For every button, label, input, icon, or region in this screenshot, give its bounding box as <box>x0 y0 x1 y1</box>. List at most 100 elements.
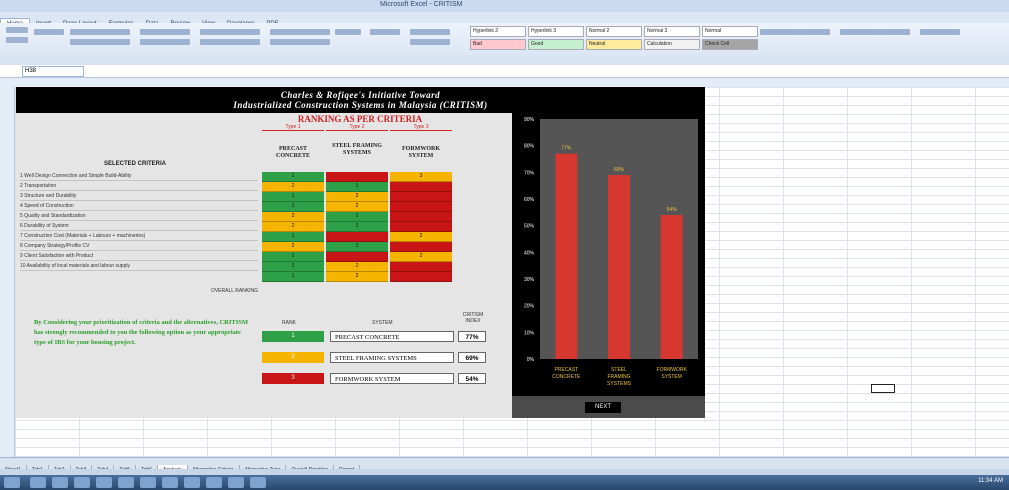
header-line2: Industrialized Construction Systems in M… <box>233 100 488 110</box>
recommendation-text: By Considering your prioritization of cr… <box>34 319 249 346</box>
criterion-row: 5 Quality and Standardization <box>20 212 258 221</box>
cell-style-8[interactable]: Neutral <box>586 39 642 50</box>
taskbar-app-icon[interactable] <box>118 477 134 488</box>
ribbon-button[interactable] <box>840 29 880 35</box>
recommended-system: FORMWORK SYSTEM <box>330 373 454 384</box>
ranking-cell <box>390 192 452 202</box>
ribbon-button[interactable] <box>200 29 260 35</box>
ranking-cell: 2 <box>262 222 324 232</box>
taskbar-app-icon[interactable] <box>4 477 20 488</box>
ribbon-button[interactable] <box>200 39 260 45</box>
y-tick-label: 50% <box>524 224 535 230</box>
row-headers <box>0 87 15 457</box>
ribbon-button[interactable] <box>70 39 130 45</box>
window-title: Microsoft Excel - CRITISM <box>380 1 463 8</box>
type-label-2: Type 2 <box>326 124 388 131</box>
ranking-cell <box>390 242 452 252</box>
cell-style-6[interactable]: Bad <box>470 39 526 50</box>
ribbon-button[interactable] <box>270 39 330 45</box>
ranking-cell <box>326 232 388 242</box>
cell-style-4[interactable]: Normal 3 <box>644 26 700 37</box>
rank-badge: 3 <box>262 373 324 384</box>
ribbon-button[interactable] <box>6 37 28 43</box>
y-tick-label: 60% <box>524 197 535 203</box>
y-tick-label: 80% <box>524 144 535 150</box>
header-line1: Charles & Rofiqee's Initiative Toward <box>280 90 441 100</box>
ribbon-button[interactable] <box>760 29 800 35</box>
taskbar-app-icon[interactable] <box>250 477 266 488</box>
ranking-cell: 1 <box>262 272 324 282</box>
ribbon-button[interactable] <box>70 29 130 35</box>
taskbar-app-icon[interactable] <box>206 477 222 488</box>
ribbon-button[interactable] <box>880 29 910 35</box>
ranking-cell <box>390 182 452 192</box>
ranking-cell: 1 <box>262 172 324 182</box>
taskbar-app-icon[interactable] <box>184 477 200 488</box>
ribbon-button[interactable] <box>6 27 28 33</box>
taskbar-app-icon[interactable] <box>228 477 244 488</box>
type-label-3: Type 3 <box>390 124 452 131</box>
ribbon-button[interactable] <box>920 29 960 35</box>
cell-style-1[interactable]: Hyperlink 2 <box>470 26 526 37</box>
cell-style-10[interactable]: Check Cell <box>702 39 758 50</box>
ranking-cell <box>326 252 388 262</box>
name-box[interactable]: H38 <box>22 66 84 77</box>
bar-chart: 0% 10% 20% 30% 40% 50% 60% 70% 80% 90% 77% PRECAST C… <box>512 113 705 396</box>
cell-style-9[interactable]: Calculation <box>644 39 700 50</box>
ribbon-button[interactable] <box>270 29 330 35</box>
y-tick-label: 10% <box>524 330 535 336</box>
taskbar-app-icon[interactable] <box>74 477 90 488</box>
ribbon-button[interactable] <box>140 29 190 35</box>
critism-index: 77% <box>458 331 486 342</box>
y-tick-label: 70% <box>524 170 535 176</box>
cell-style-2[interactable]: Hyperlink 3 <box>528 26 584 37</box>
ranking-cell: 1 <box>326 242 388 252</box>
ribbon-button[interactable] <box>34 29 64 35</box>
taskbar-app-icon[interactable] <box>96 477 112 488</box>
criterion-row: 4 Speed of Construction <box>20 202 258 211</box>
taskbar-app-icon[interactable] <box>30 477 46 488</box>
critism-index: 54% <box>458 373 486 384</box>
cell-style-7[interactable]: Good <box>528 39 584 50</box>
ranking-cell: 1 <box>262 262 324 272</box>
ranking-cell: 1 <box>262 252 324 262</box>
ranking-cell: 1 <box>326 212 388 222</box>
selected-cell[interactable] <box>871 384 895 393</box>
selected-criteria-label: SELECTED CRITERIA <box>103 161 166 167</box>
ranking-cell: 2 <box>262 212 324 222</box>
index-header: CRITISM INDEX <box>462 312 484 324</box>
ranking-title: RANKING AS PER CRITERIA <box>297 114 423 124</box>
recommended-system: STEEL FRAMING SYSTEMS <box>330 352 454 363</box>
ribbon-button[interactable] <box>410 29 450 35</box>
ribbon-button[interactable] <box>410 39 450 45</box>
overall-ranking-label: OVERALL RANKING <box>210 288 258 294</box>
cell-style-3[interactable]: Normal 2 <box>586 26 642 37</box>
bar <box>660 215 683 359</box>
data-label: 77% <box>561 146 572 152</box>
rank-badge: 1 <box>262 331 324 342</box>
taskbar-app-icon[interactable] <box>162 477 178 488</box>
cell-style-5[interactable]: Normal <box>702 26 758 37</box>
ribbon-button[interactable] <box>800 29 830 35</box>
system-header-steel: STEEL FRAMING SYSTEMS <box>332 143 382 156</box>
ranking-cell: 2 <box>326 202 388 212</box>
criterion-row: 7 Construction Cost (Materials + Labours… <box>20 232 258 241</box>
x-tick-label: FORMWORK <box>657 367 688 373</box>
formula-bar: H38 <box>0 65 1009 78</box>
x-tick-label: SYSTEMS <box>607 381 632 387</box>
ranking-cell <box>390 262 452 272</box>
ranking-cell <box>390 202 452 212</box>
taskbar-app-icon[interactable] <box>140 477 156 488</box>
ranking-cell <box>390 212 452 222</box>
x-tick-label: CONCRETE <box>552 374 581 380</box>
taskbar-app-icon[interactable] <box>52 477 68 488</box>
ranking-cell: 2 <box>390 252 452 262</box>
next-button[interactable]: NEXT <box>585 402 621 413</box>
recommended-system: PRECAST CONCRETE <box>330 331 454 342</box>
ranking-cell <box>390 222 452 232</box>
system-header: SYSTEM <box>372 320 393 326</box>
ribbon-button[interactable] <box>335 29 361 35</box>
y-tick-label: 90% <box>524 117 535 123</box>
ribbon-button[interactable] <box>370 29 400 35</box>
ribbon-button[interactable] <box>140 39 190 45</box>
